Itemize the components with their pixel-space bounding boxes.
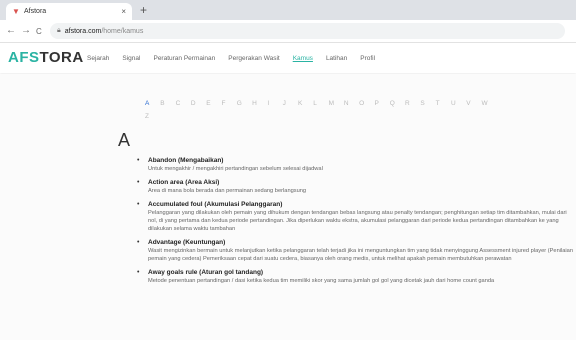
alphabet-letter-s[interactable]: S [420,99,435,108]
bullet-icon: • [137,201,140,208]
menu-item-kamus[interactable]: Kamus [293,54,313,63]
menu-item-pergerakan-wasit[interactable]: Pergerakan Wasit [228,54,279,63]
reload-icon[interactable]: C [36,25,42,39]
alphabet-index: ABCDEFGHIJKLMNOPQRSTUVW [145,99,497,108]
favicon-icon: ▼ [12,6,20,16]
alphabet-letter-i[interactable]: I [267,99,282,108]
tab-close-icon[interactable]: × [121,7,126,16]
logo-part1: AFS [8,49,40,66]
glossary-entry: • Abandon (Mengabaikan) Untuk mengakhir / … [137,157,573,173]
browser-tab[interactable]: ▼ Afstora × [6,3,132,20]
glossary-term: Action area (Area Aksi) [148,179,220,186]
menu-item-sejarah[interactable]: Sejarah [87,54,109,63]
alphabet-letter-v[interactable]: V [466,99,481,108]
back-icon[interactable]: ← [6,24,16,38]
glossary-definition: Pelanggaran yang dilakukan oleh pemain y… [148,210,567,232]
alphabet-letter-e[interactable]: E [206,99,221,108]
glossary-entry: • Advantage (Keuntungan) Wasit mengizinkan… [137,239,573,263]
browser-toolbar: ← → C 🔒︎ afstora.com /home/kamus [0,20,576,43]
menu-item-profil[interactable]: Profil [360,54,375,63]
glossary-definition: Wasit mengizinkan bermain untuk melanjut… [148,248,574,262]
alphabet-letter-c[interactable]: C [176,99,191,108]
alphabet-letter-u[interactable]: U [451,99,466,108]
alphabet-letter-o[interactable]: O [359,99,374,108]
glossary-term: Advantage (Keuntungan) [148,239,226,246]
site-header: AFSTORA Sejarah Signal Peraturan Permain… [0,43,576,73]
url-host: afstora.com [64,27,102,35]
glossary-definition: Metode penentuan pertandingan / dasi ket… [148,278,495,284]
alphabet-letter-t[interactable]: T [436,99,451,108]
glossary-entry: • Action area (Area Aksi) Area di mana bol… [137,179,573,195]
browser-tab-bar: ▼ Afstora × + [0,0,576,20]
bullet-icon: • [137,239,140,246]
alphabet-letter-p[interactable]: P [374,99,389,108]
url-path: /home/kamus [101,27,144,35]
alphabet-letter-m[interactable]: M [329,99,344,108]
address-bar[interactable]: 🔒︎ afstora.com /home/kamus [50,23,565,39]
menu-item-latihan[interactable]: Latihan [326,54,347,63]
glossary-term: Accumulated foul (Akumulasi Pelanggaran) [148,201,283,208]
section-letter-heading: A [118,130,131,150]
forward-icon[interactable]: → [21,24,31,38]
alphabet-letter-q[interactable]: Q [390,99,405,108]
new-tab-button[interactable]: + [140,3,147,17]
alphabet-letter-k[interactable]: K [298,99,313,108]
alphabet-letter-f[interactable]: F [221,99,236,108]
lock-icon: 🔒︎ [57,27,61,34]
alphabet-letter-n[interactable]: N [344,99,359,108]
alphabet-letter-w[interactable]: W [482,99,497,108]
alphabet-letter-d[interactable]: D [191,99,206,108]
alphabet-letter-b[interactable]: B [160,99,175,108]
alphabet-letter-r[interactable]: R [405,99,420,108]
bullet-icon: • [137,269,140,276]
menu-item-peraturan-permainan[interactable]: Peraturan Permainan [153,54,215,63]
glossary-definition: Area di mana bola berada dan permainan s… [148,188,307,194]
alphabet-letter-z[interactable]: Z [145,113,149,120]
site-logo[interactable]: AFSTORA [8,50,84,66]
main-menu: Sejarah Signal Peraturan Permainan Perge… [87,54,388,63]
alphabet-letter-l[interactable]: L [313,99,328,108]
glossary-list: • Abandon (Mengabaikan) Untuk mengakhir / … [137,157,573,291]
alphabet-letter-g[interactable]: G [237,99,252,108]
glossary-entry: • Away goals rule (Aturan gol tandang) Met… [137,269,573,285]
glossary-term: Away goals rule (Aturan gol tandang) [148,269,264,276]
tab-title: Afstora [24,8,47,15]
bullet-icon: • [137,157,140,164]
glossary-term: Abandon (Mengabaikan) [148,157,224,164]
menu-item-signal[interactable]: Signal [122,54,140,63]
logo-part2: TORA [39,49,84,66]
bullet-icon: • [137,179,140,186]
glossary-definition: Untuk mengakhir / mengakhiri pertandinga… [148,166,323,172]
alphabet-letter-a[interactable]: A [145,99,160,108]
alphabet-letter-h[interactable]: H [252,99,267,108]
alphabet-letter-j[interactable]: J [283,99,298,108]
glossary-entry: • Accumulated foul (Akumulasi Pelanggaran… [137,201,573,233]
